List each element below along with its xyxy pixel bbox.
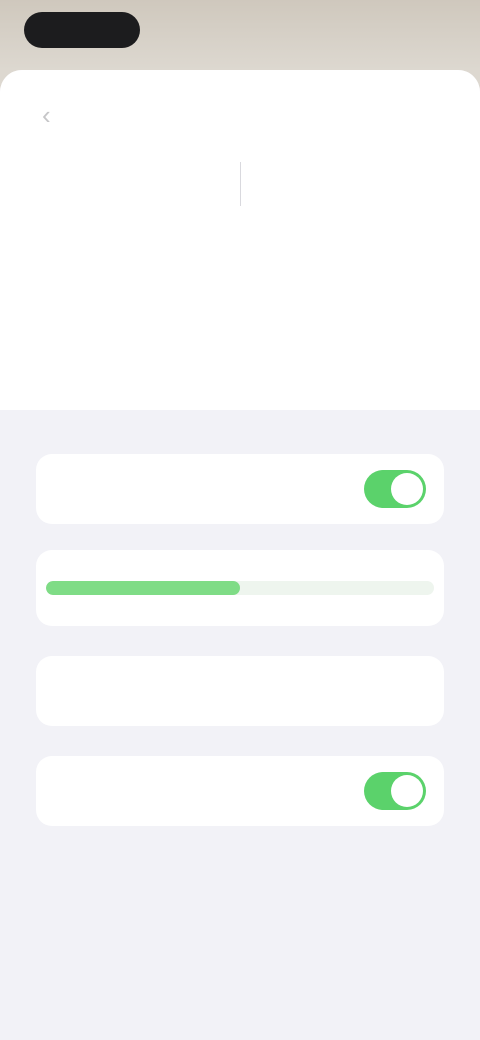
toggle-switch-1[interactable] — [364, 470, 426, 508]
segmented-control — [22, 162, 458, 206]
settings-list — [0, 410, 480, 826]
progress-fill — [46, 581, 240, 595]
modal-sheet: ‹ — [0, 70, 480, 1040]
sheet-header: ‹ — [0, 70, 480, 410]
toggle-knob-1 — [391, 473, 423, 505]
segment-second[interactable] — [239, 162, 459, 206]
value-row[interactable] — [36, 656, 444, 726]
toggle-row-2[interactable] — [36, 756, 444, 826]
chevron-left-icon[interactable]: ‹ — [42, 100, 72, 130]
toggle-row-1[interactable] — [36, 454, 444, 524]
toggle-switch-2[interactable] — [364, 772, 426, 810]
progress-card — [36, 550, 444, 626]
dynamic-island — [24, 12, 140, 48]
status-bar — [0, 0, 480, 70]
progress-track — [46, 581, 434, 595]
segment-first[interactable] — [22, 162, 240, 206]
nav-bar: ‹ — [22, 70, 458, 162]
toggle-knob-2 — [391, 775, 423, 807]
